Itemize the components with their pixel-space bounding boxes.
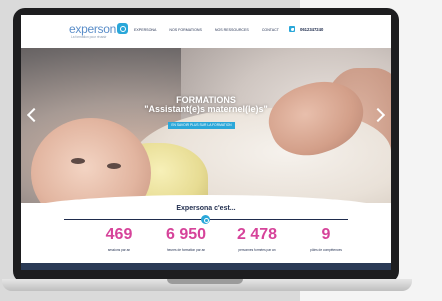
stat-value: 6 950: [165, 226, 207, 243]
stat-value: 9: [321, 226, 331, 243]
logo-tagline: La formation pour réussir: [71, 35, 107, 39]
phone-icon: [289, 26, 295, 32]
laptop-screen: experson La formation pour réussir EXPER…: [21, 15, 391, 270]
stat-value: 2 478: [236, 226, 278, 243]
stat-item: 9 pôles de compétences: [286, 226, 366, 253]
stat-label: heures de formation par an: [166, 248, 206, 252]
nav-item-nos-ressources[interactable]: NOS RESSOURCES: [215, 28, 249, 32]
phone-link[interactable]: 0612347240: [289, 26, 323, 32]
footer-bar: [21, 263, 391, 270]
nav-item-contact[interactable]: CONTACT: [262, 28, 279, 32]
baby-eye: [71, 158, 85, 164]
logo-text: experson: [69, 22, 116, 36]
nav-item-nos-formations[interactable]: NOS FORMATIONS: [169, 28, 201, 32]
hero-slider: FORMATIONS "Assistant(e)s maternel(le)s"…: [21, 48, 391, 203]
baby-eye: [107, 163, 121, 169]
main-nav: EXPERSONA NOS FORMATIONS NOS RESSOURCES …: [134, 28, 279, 32]
site-logo[interactable]: experson La formation pour réussir: [69, 20, 128, 39]
logo-mark-icon: [201, 215, 210, 224]
laptop-notch: [167, 279, 243, 284]
stat-item: 6 950 heures de formation par an: [146, 226, 226, 253]
phone-number: 0612347240: [300, 26, 324, 32]
stats-title: Expersona c'est...: [176, 205, 236, 212]
logo-mark-icon: [116, 23, 128, 34]
site-header: experson La formation pour réussir EXPER…: [21, 15, 391, 48]
nav-item-expersona[interactable]: EXPERSONA: [134, 28, 156, 32]
stat-label: personnes formées par an: [238, 248, 276, 252]
hero-cta-button[interactable]: EN SAVOIR PLUS SUR LA FORMATION: [168, 122, 235, 129]
baby-head-image: [31, 118, 151, 203]
hero-subtitle: "Assistant(e)s maternel(le)s": [144, 104, 268, 114]
stat-item: 2 478 personnes formées par an: [217, 226, 297, 253]
stat-label: pôles de compétences: [310, 248, 342, 252]
